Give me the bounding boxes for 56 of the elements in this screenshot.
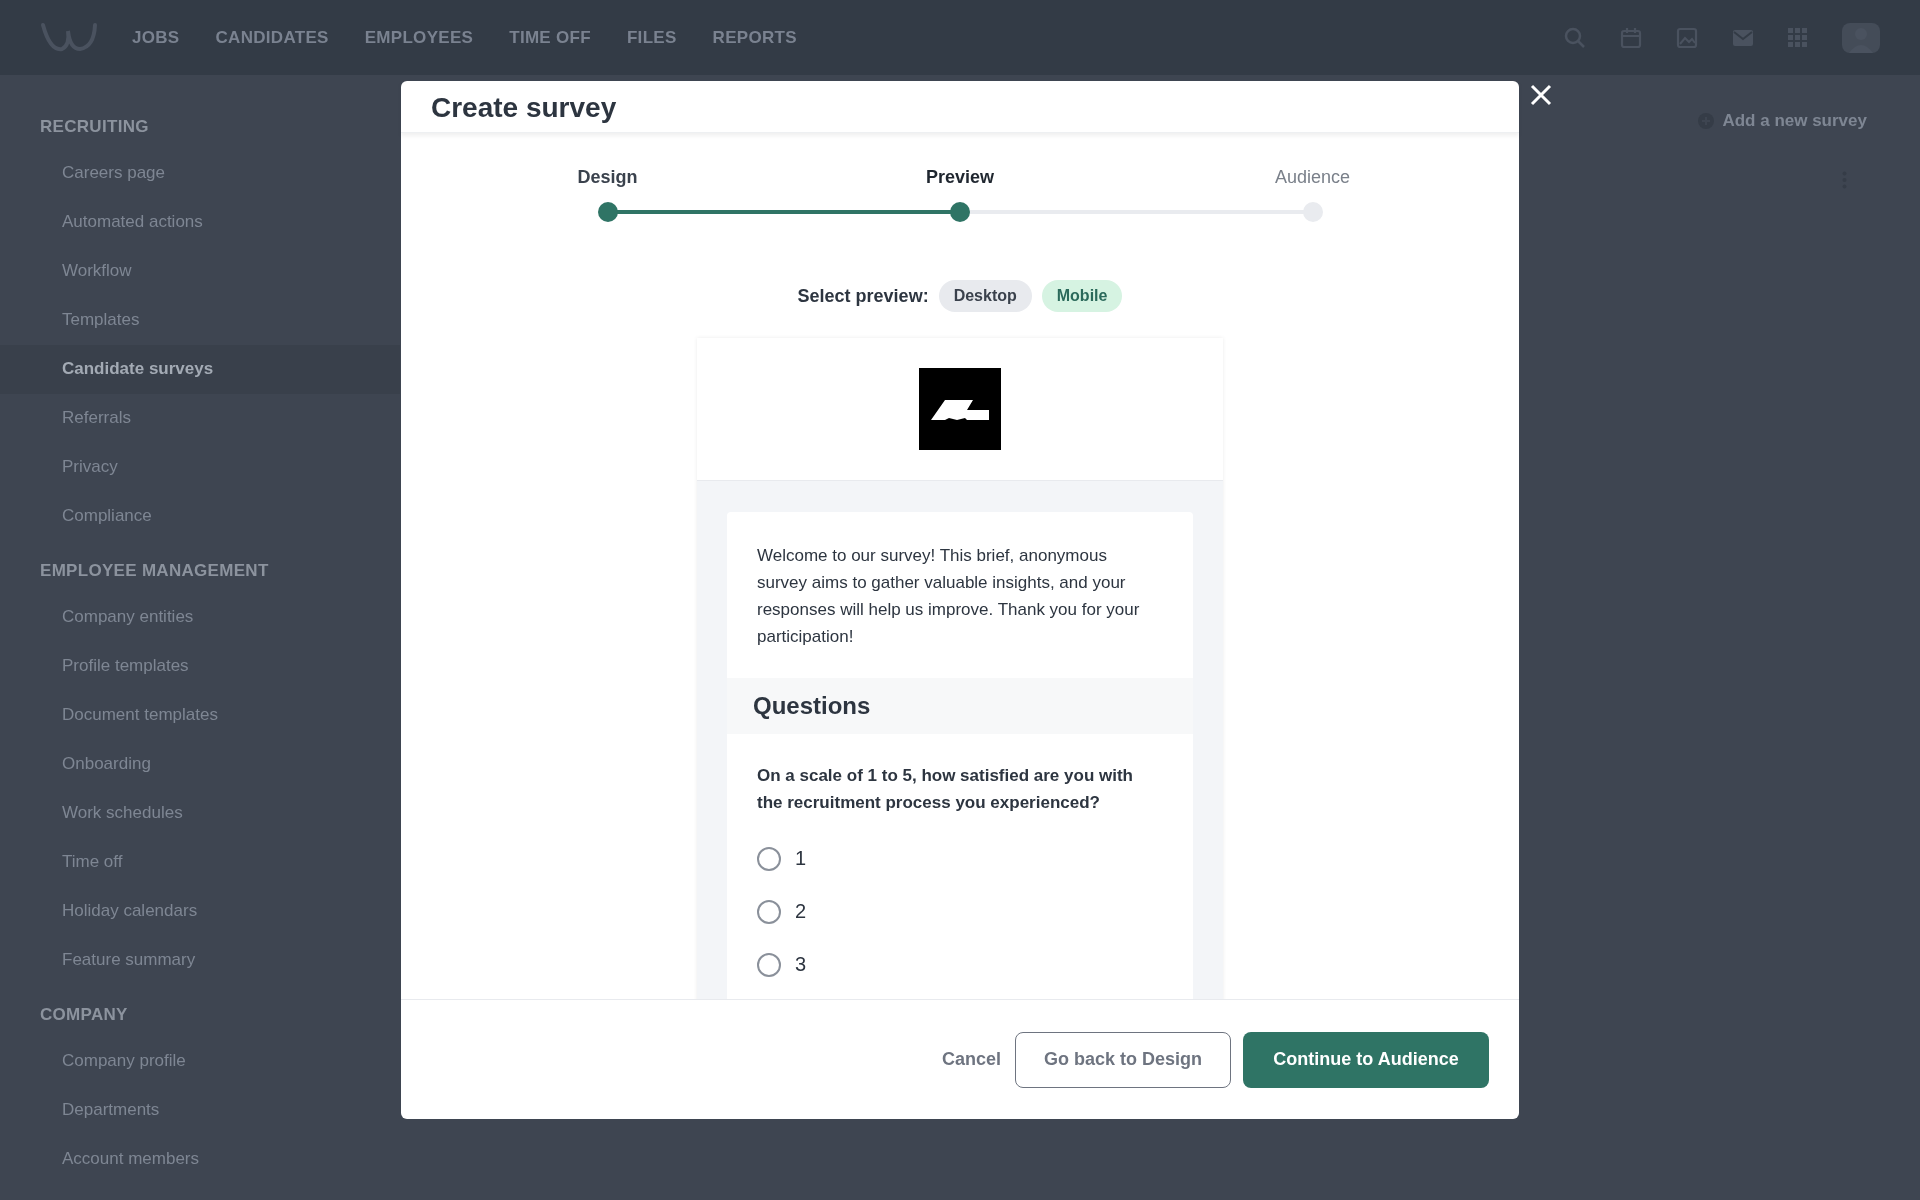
sidebar-item[interactable]: Account members [0,1135,400,1184]
continue-button[interactable]: Continue to Audience [1243,1031,1489,1088]
step-dot[interactable] [950,202,970,222]
mail-icon[interactable] [1732,28,1754,47]
sidebar-item[interactable]: Compliance [0,492,400,541]
step-label: Preview [925,167,994,188]
sidebar-item[interactable]: Privacy [0,443,400,492]
cancel-button[interactable]: Cancel [937,1041,1005,1078]
option-label: 2 [795,900,807,923]
step-dot[interactable] [597,202,618,222]
section-title: Questions [727,678,1193,734]
modal-title: Create survey [431,92,617,124]
sidebar-item[interactable]: Time off [0,838,400,887]
radio-button[interactable] [757,952,781,977]
step-label: Design [577,167,638,188]
image-icon[interactable] [1676,26,1698,49]
section-heading: COMPANY [39,1004,129,1026]
radio-button[interactable] [757,846,781,871]
sidebar-item[interactable]: Departments [0,1086,400,1135]
sidebar-item[interactable]: Company profile [0,1037,400,1086]
sidebar-item[interactable]: Holiday calendars [0,887,400,936]
back-button[interactable]: Go back to Design [1015,1031,1231,1088]
nav-link[interactable]: EMPLOYEES [364,27,474,48]
calendar-icon[interactable] [1620,26,1642,49]
sidebar-item[interactable]: Document templates [0,691,400,740]
nav-link[interactable]: FILES [626,27,677,48]
step-label: Audience [1274,167,1351,188]
sidebar-item[interactable]: Workflow [0,247,400,296]
question-text: On a scale of 1 to 5, how satisfied are you with the recruitment process you experienced? [756,765,1134,814]
sidebar-item[interactable]: Profile templates [0,642,400,691]
radio-button[interactable] [757,899,781,924]
sidebar-item[interactable]: Templates [0,296,400,345]
add-survey-button[interactable]: Add a new survey [1690,105,1875,137]
option-label: 3 [795,953,807,976]
nav-link[interactable]: REPORTS [712,27,797,48]
preview-toggle[interactable]: Mobile [1041,280,1123,312]
preview-select-label: Select preview: [797,285,929,307]
sidebar-item[interactable]: Work schedules [0,789,400,838]
nav-link[interactable]: CANDIDATES [215,27,329,48]
sidebar-item[interactable]: Onboarding [0,740,400,789]
sidebar-item[interactable]: Automated actions [0,198,400,247]
sidebar-item[interactable]: Candidate surveys [0,345,400,394]
nav-link[interactable]: JOBS [132,27,180,48]
search-icon[interactable] [1564,26,1586,49]
survey-intro: Welcome to our survey! This brief, anonymous survey aims to gather valuable insights, and your responses will help us improve. Thank you for your participation! [756,545,1141,648]
option-label: 1 [795,847,807,870]
apps-grid-icon[interactable] [1788,27,1808,48]
sidebar-item[interactable]: Referrals [0,394,400,443]
sidebar-item[interactable]: Careers page [0,149,400,198]
section-heading: RECRUITING [39,116,150,138]
section-heading: EMPLOYEE MANAGEMENT [39,560,270,582]
preview-toggle[interactable]: Desktop [938,280,1032,312]
sidebar-item[interactable]: Feature summary [0,936,400,985]
avatar-icon[interactable] [1842,22,1880,53]
sidebar-item[interactable]: Company entities [0,593,400,642]
nav-link[interactable]: TIME OFF [509,27,591,48]
